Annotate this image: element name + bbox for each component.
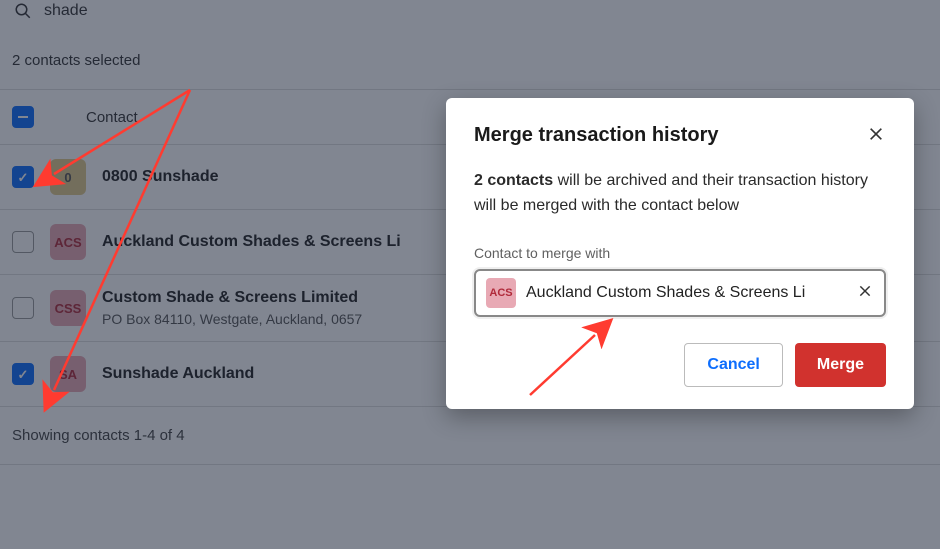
merge-field-label: Contact to merge with bbox=[474, 245, 886, 269]
modal-header: Merge transaction history bbox=[474, 124, 886, 169]
close-icon[interactable] bbox=[866, 124, 886, 144]
page-root: shade 2 contacts selected Contact ✓ 0 08… bbox=[0, 0, 940, 549]
clear-icon[interactable] bbox=[856, 282, 874, 303]
merge-modal: Merge transaction history 2 contacts wil… bbox=[446, 98, 914, 409]
modal-desc-bold: 2 contacts bbox=[474, 172, 553, 189]
modal-actions: Cancel Merge bbox=[474, 317, 886, 387]
merge-button[interactable]: Merge bbox=[795, 343, 886, 387]
avatar: ACS bbox=[486, 278, 516, 308]
cancel-button[interactable]: Cancel bbox=[684, 343, 782, 387]
merge-contact-name: Auckland Custom Shades & Screens Li bbox=[526, 284, 846, 302]
modal-title: Merge transaction history bbox=[474, 124, 719, 147]
modal-description: 2 contacts will be archived and their tr… bbox=[474, 169, 886, 245]
merge-contact-input[interactable]: ACS Auckland Custom Shades & Screens Li bbox=[474, 269, 886, 317]
